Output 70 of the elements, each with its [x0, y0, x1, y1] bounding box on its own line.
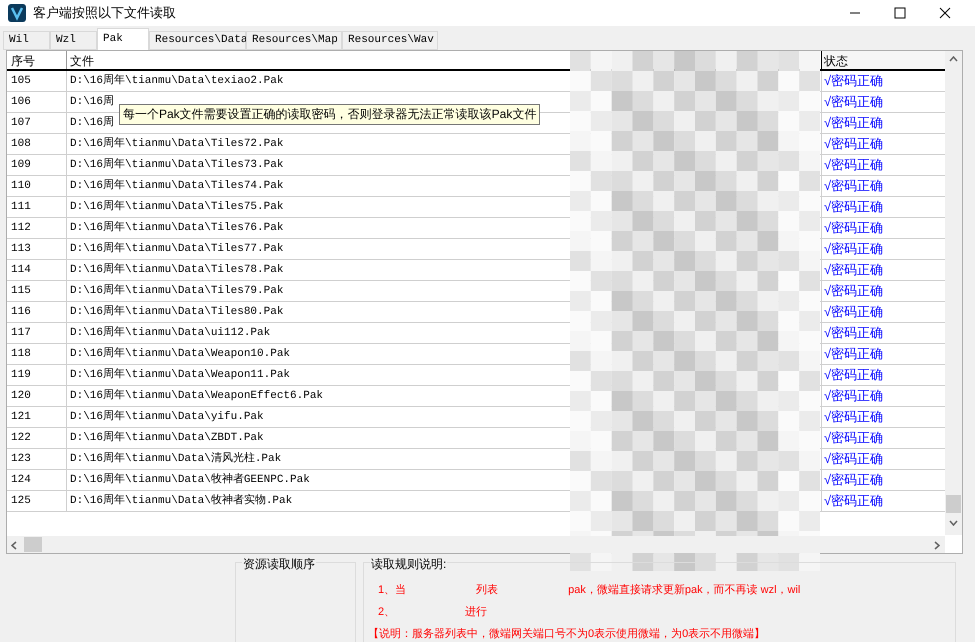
column-header[interactable]: 文件: [67, 51, 821, 69]
table-cell: 112: [7, 218, 67, 238]
scroll-up-icon[interactable]: [949, 56, 958, 62]
rule-text: 【说明：服务器列表中，微端网关端口号不为0表示使用微端，为0表示不用微端】: [368, 626, 766, 642]
table-cell-text: D:\16周年\tianmu\Data\ZBDT.Pak: [69, 430, 265, 446]
table-cell: 107: [7, 113, 67, 133]
tab[interactable]: Pak: [97, 28, 149, 50]
rule-text: pak，微端直接请求更新pak，而不再读 wzl，wil: [568, 582, 800, 598]
column-header[interactable]: 序号: [7, 51, 67, 69]
rule-text: 进行: [465, 604, 488, 620]
column-header[interactable]: 状态: [821, 51, 945, 69]
table-cell: 123: [7, 449, 67, 469]
table-cell: 121: [7, 407, 67, 427]
table-cell-text: D:\16周年\tianmu\Data\牧神者GEENPC.Pak: [69, 472, 311, 488]
table-cell-text: D:\16周年\tianmu\Data\Tiles72.Pak: [69, 136, 284, 152]
scroll-left-icon[interactable]: [11, 541, 17, 550]
table-cell: 114: [7, 260, 67, 280]
table-cell: 119: [7, 365, 67, 385]
table-cell: 106: [7, 92, 67, 112]
table-cell-text: D:\16周年\tianmu\Data\牧神者实物.Pak: [69, 492, 294, 509]
group-title: 读取规则说明:: [370, 555, 448, 573]
table-cell-text: D:\16周年\tianmu\Data\Tiles77.Pak: [69, 241, 284, 257]
table-cell: 105: [7, 71, 67, 91]
table-cell-text: D:\16周年\tianmu\Data\Tiles79.Pak: [69, 283, 284, 299]
tab[interactable]: Wil: [3, 31, 50, 50]
table-cell-text: D:\16周年\tianmu\Data\ui112.Pak: [69, 325, 272, 341]
rule-text: 2、: [378, 604, 396, 620]
tooltip: 每一个Pak文件需要设置正确的读取密码，否则登录器无法正常读取该Pak文件: [119, 104, 540, 125]
tab[interactable]: Resources\Wav: [342, 31, 438, 50]
table-cell: 108: [7, 134, 67, 154]
table-cell: 115: [7, 281, 67, 301]
table-cell: 118: [7, 344, 67, 364]
tab[interactable]: Resources\Data: [149, 31, 246, 50]
table-cell-text: D:\16周年\tianmu\Data\texiao2.Pak: [69, 73, 284, 89]
table-cell-text: D:\16周年\tianmu\Data\Tiles78.Pak: [69, 262, 284, 278]
table-cell: 117: [7, 323, 67, 343]
table-cell-text: D:\16周年\tianmu\Data\Tiles75.Pak: [69, 199, 284, 215]
table-cell-text: D:\16周年\tianmu\Data\WeaponEffect6.Pak: [69, 388, 324, 404]
table-cell: 116: [7, 302, 67, 322]
close-icon[interactable]: [939, 7, 951, 19]
table-cell-text: D:\16周年\tianmu\Data\Tiles74.Pak: [69, 178, 284, 194]
table-cell: 124: [7, 470, 67, 490]
table-cell-text: D:\16周: [69, 94, 116, 110]
tab[interactable]: Wzl: [50, 31, 97, 50]
table-cell-text: D:\16周年\tianmu\Data\清风光柱.Pak: [69, 451, 282, 467]
table-cell: 111: [7, 197, 67, 217]
table-cell: 113: [7, 239, 67, 259]
group-title: 资源读取顺序: [242, 555, 316, 573]
tab[interactable]: Resources\Map: [246, 31, 342, 50]
table-cell-text: D:\16周年\tianmu\Data\Tiles80.Pak: [69, 304, 284, 320]
maximize-icon[interactable]: [894, 7, 906, 19]
table-cell-text: D:\16周年\tianmu\Data\Tiles73.Pak: [69, 157, 284, 173]
table-cell-text: D:\16周年\tianmu\Data\Tiles76.Pak: [69, 220, 284, 236]
table-cell: 109: [7, 155, 67, 175]
window-title: 客户端按照以下文件读取: [33, 4, 176, 22]
rule-text: 列表: [476, 582, 498, 598]
table-cell-text: D:\16周年\tianmu\Data\Weapon11.Pak: [69, 367, 292, 383]
scroll-right-icon[interactable]: [934, 541, 940, 550]
scrollbar-thumb[interactable]: [946, 495, 961, 513]
table-cell: 110: [7, 176, 67, 196]
rule-text: 1、当: [378, 582, 406, 598]
table-cell: 125: [7, 491, 67, 511]
scrollbar-thumb[interactable]: [24, 537, 42, 552]
scroll-down-icon[interactable]: [949, 520, 958, 526]
table-cell: 122: [7, 428, 67, 448]
table-cell: 120: [7, 386, 67, 406]
table-cell-text: D:\16周年\tianmu\Data\Weapon10.Pak: [69, 346, 292, 362]
app-logo-icon: [8, 4, 26, 22]
table-cell-text: D:\16周: [69, 115, 116, 131]
table-cell-text: D:\16周年\tianmu\Data\yifu.Pak: [69, 409, 265, 425]
